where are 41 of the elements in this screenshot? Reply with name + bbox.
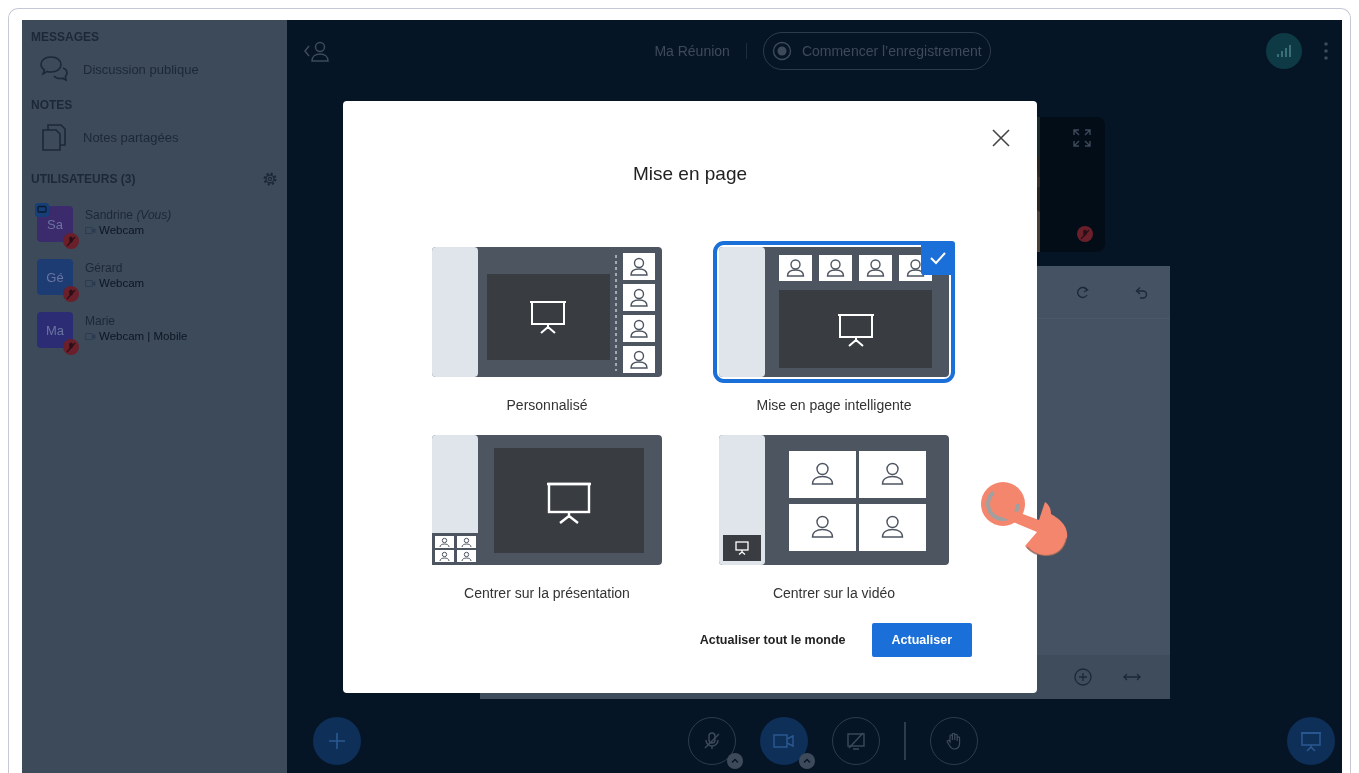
muted-mic-icon [63, 339, 79, 355]
undo-icon[interactable] [1134, 285, 1148, 299]
fullscreen-icon[interactable] [1073, 129, 1091, 147]
update-everyone-button[interactable]: Actualiser tout le monde [699, 625, 846, 655]
user-status: Webcam [99, 224, 145, 236]
settings-icon[interactable] [261, 170, 279, 188]
user-status: Webcam | Mobile [99, 330, 188, 342]
muted-mic-icon [1077, 226, 1093, 242]
layout-option[interactable]: Centrer sur la vidéo [711, 427, 957, 609]
actions-button[interactable] [313, 716, 361, 765]
muted-mic-icon [63, 233, 79, 249]
presentation-icon [1300, 729, 1322, 752]
camera-button[interactable] [760, 716, 809, 765]
connection-status-button[interactable] [1266, 33, 1302, 69]
users-toggle-icon[interactable] [303, 40, 331, 62]
chat-icon [39, 54, 69, 84]
signal-bars-icon [1277, 45, 1291, 57]
user-avatar: Gé [37, 259, 73, 295]
layout-option[interactable]: Mise en page intelligente [711, 239, 957, 421]
caret-icon[interactable] [799, 752, 816, 769]
caret-icon[interactable] [727, 752, 744, 769]
user-status: Webcam [99, 277, 145, 289]
fit-width-icon[interactable] [1122, 672, 1142, 682]
plus-icon [327, 730, 347, 751]
muted-mic-icon [63, 286, 79, 302]
record-icon [771, 41, 792, 61]
layout-option[interactable]: Personnalisé [424, 239, 670, 421]
user-avatar: Ma [37, 312, 73, 348]
zoom-in-icon[interactable] [1074, 668, 1092, 686]
redo-icon[interactable] [1076, 285, 1090, 299]
more-options-icon[interactable] [1324, 42, 1328, 60]
presenter-badge-icon [35, 203, 49, 217]
update-button[interactable]: Actualiser [871, 623, 972, 657]
dialog-title: Mise en page [631, 162, 749, 186]
documents-icon [39, 122, 69, 152]
checkmark-icon [921, 241, 955, 275]
screen-share-off-icon [846, 730, 867, 751]
presentation-button[interactable] [1287, 716, 1335, 765]
camera-icon [773, 733, 796, 748]
layout-option[interactable]: Centrer sur la présentation [424, 427, 670, 609]
close-icon[interactable] [991, 128, 1011, 148]
